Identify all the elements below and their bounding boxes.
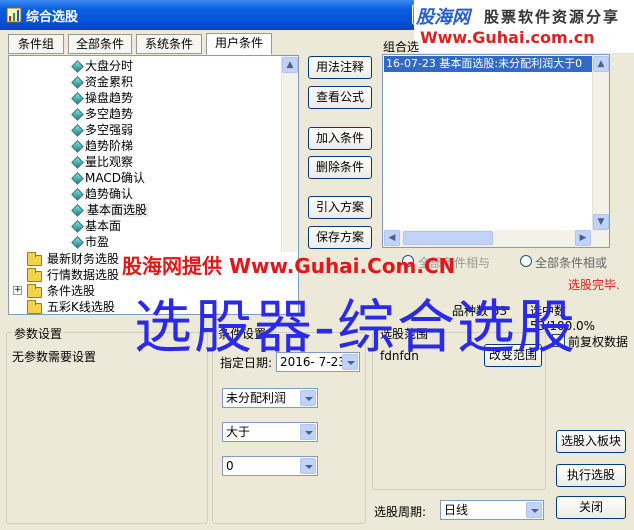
folder-icon [27, 284, 42, 298]
tree-folder[interactable]: 条件选股 [25, 283, 95, 299]
chevron-down-icon[interactable] [300, 458, 316, 474]
app-icon [6, 7, 22, 23]
tab-all-conditions[interactable]: 全部条件 [68, 34, 132, 54]
params-text: 无参数需要设置 [12, 350, 97, 364]
tree-item[interactable]: 操盘趋势 [71, 90, 133, 106]
formula-icon [71, 188, 84, 201]
field-select[interactable]: 未分配利润 [222, 388, 318, 408]
execute-button[interactable]: 执行选股 [556, 464, 626, 487]
scroll-up-icon[interactable]: ▲ [282, 57, 298, 73]
combo-condition-list[interactable]: 16-07-23 基本面选股:未分配利润大于0 ▲ ▼ ◀ ▶ [382, 54, 610, 248]
list-item[interactable]: 16-07-23 基本面选股:未分配利润大于0 [384, 56, 594, 72]
formula-icon [71, 124, 84, 137]
folder-icon [27, 300, 42, 314]
brand-name: 股海网 [416, 7, 470, 28]
formula-icon [71, 92, 84, 105]
scroll-thumb[interactable] [403, 231, 493, 245]
watermark-blue: 选股器-综合选股 [134, 293, 577, 361]
save-plan-button[interactable]: 保存方案 [308, 226, 372, 249]
tree-scrollbar[interactable]: ▲ [281, 56, 298, 252]
tab-user-conditions[interactable]: 用户条件 [206, 33, 272, 55]
params-label: 参数设置 [12, 325, 65, 342]
chevron-down-icon[interactable] [300, 390, 316, 406]
formula-icon [71, 172, 84, 185]
window-title: 综合选股 [26, 10, 79, 25]
view-formula-button[interactable]: 查看公式 [308, 86, 372, 109]
tree-item[interactable]: 多空趋势 [71, 106, 133, 122]
tree-folder[interactable]: 五彩K线选股 [25, 299, 115, 315]
formula-icon [71, 76, 84, 89]
to-block-button[interactable]: 选股入板块 [556, 430, 626, 453]
close-button[interactable]: 关闭 [556, 496, 626, 519]
tree-item[interactable]: 市盈 [71, 234, 109, 250]
tree-item[interactable]: 趋势确认 [71, 186, 133, 202]
formula-icon [71, 140, 84, 153]
radio-all-or[interactable] [520, 255, 532, 267]
formula-icon [71, 204, 84, 217]
list-vscrollbar[interactable]: ▲ ▼ [592, 55, 609, 231]
watermark-red: 股海网提供 Www.Guhai.Com.CN [122, 254, 456, 278]
brand-banner: 股海网 股票软件资源分享 Www.Guhai.com.cn [414, 0, 634, 53]
folder-icon [27, 268, 42, 282]
scroll-left-icon[interactable]: ◀ [384, 230, 400, 246]
formula-icon [71, 220, 84, 233]
folder-icon [27, 252, 42, 266]
period-label: 选股周期: [374, 505, 427, 519]
expand-icon[interactable]: + [13, 286, 22, 295]
tree-folder[interactable]: 最新财务选股 [25, 251, 119, 267]
formula-icon [71, 236, 84, 249]
period-select[interactable]: 日线 [440, 500, 544, 520]
value-select[interactable]: 0 [222, 456, 318, 476]
operator-select[interactable]: 大于 [222, 422, 318, 442]
tree-item[interactable]: 基本面 [71, 218, 121, 234]
formula-icon [71, 156, 84, 169]
add-condition-button[interactable]: 加入条件 [308, 127, 372, 150]
scroll-up-icon[interactable]: ▲ [593, 56, 609, 72]
chevron-down-icon[interactable] [300, 424, 316, 440]
tree-item[interactable]: 量比观察 [71, 154, 133, 170]
formula-icon [71, 108, 84, 121]
scroll-right-icon[interactable]: ▶ [575, 230, 591, 246]
scroll-down-icon[interactable]: ▼ [593, 214, 609, 230]
tab-system-conditions[interactable]: 系统条件 [136, 34, 202, 54]
tree-item[interactable]: MACD确认 [71, 170, 145, 186]
chevron-down-icon[interactable] [526, 502, 542, 518]
tree-item[interactable]: 趋势阶梯 [71, 138, 133, 154]
tree-item[interactable]: 多空强弱 [71, 122, 133, 138]
usage-notes-button[interactable]: 用法注释 [308, 56, 372, 79]
list-hscrollbar[interactable]: ◀ ▶ [383, 230, 609, 247]
tab-condition-group[interactable]: 条件组 [8, 34, 64, 54]
import-plan-button[interactable]: 引入方案 [308, 196, 372, 219]
prev-adjust-label: 前复权数据 [568, 335, 629, 349]
tree-item-selected[interactable]: 基本面选股 [71, 202, 150, 218]
delete-condition-button[interactable]: 删除条件 [308, 156, 372, 179]
combo-group-label: 组合选 [383, 40, 420, 54]
radio-all-or-label: 全部条件相或 [535, 256, 608, 270]
tree-item[interactable]: 资金累积 [71, 74, 133, 90]
tree-folder[interactable]: 行情数据选股 [25, 267, 119, 283]
formula-icon [71, 60, 84, 73]
tree-item[interactable]: 大盘分时 [71, 58, 133, 74]
brand-url: Www.Guhai.com.cn [420, 28, 595, 47]
brand-slogan: 股票软件资源分享 [484, 8, 621, 26]
